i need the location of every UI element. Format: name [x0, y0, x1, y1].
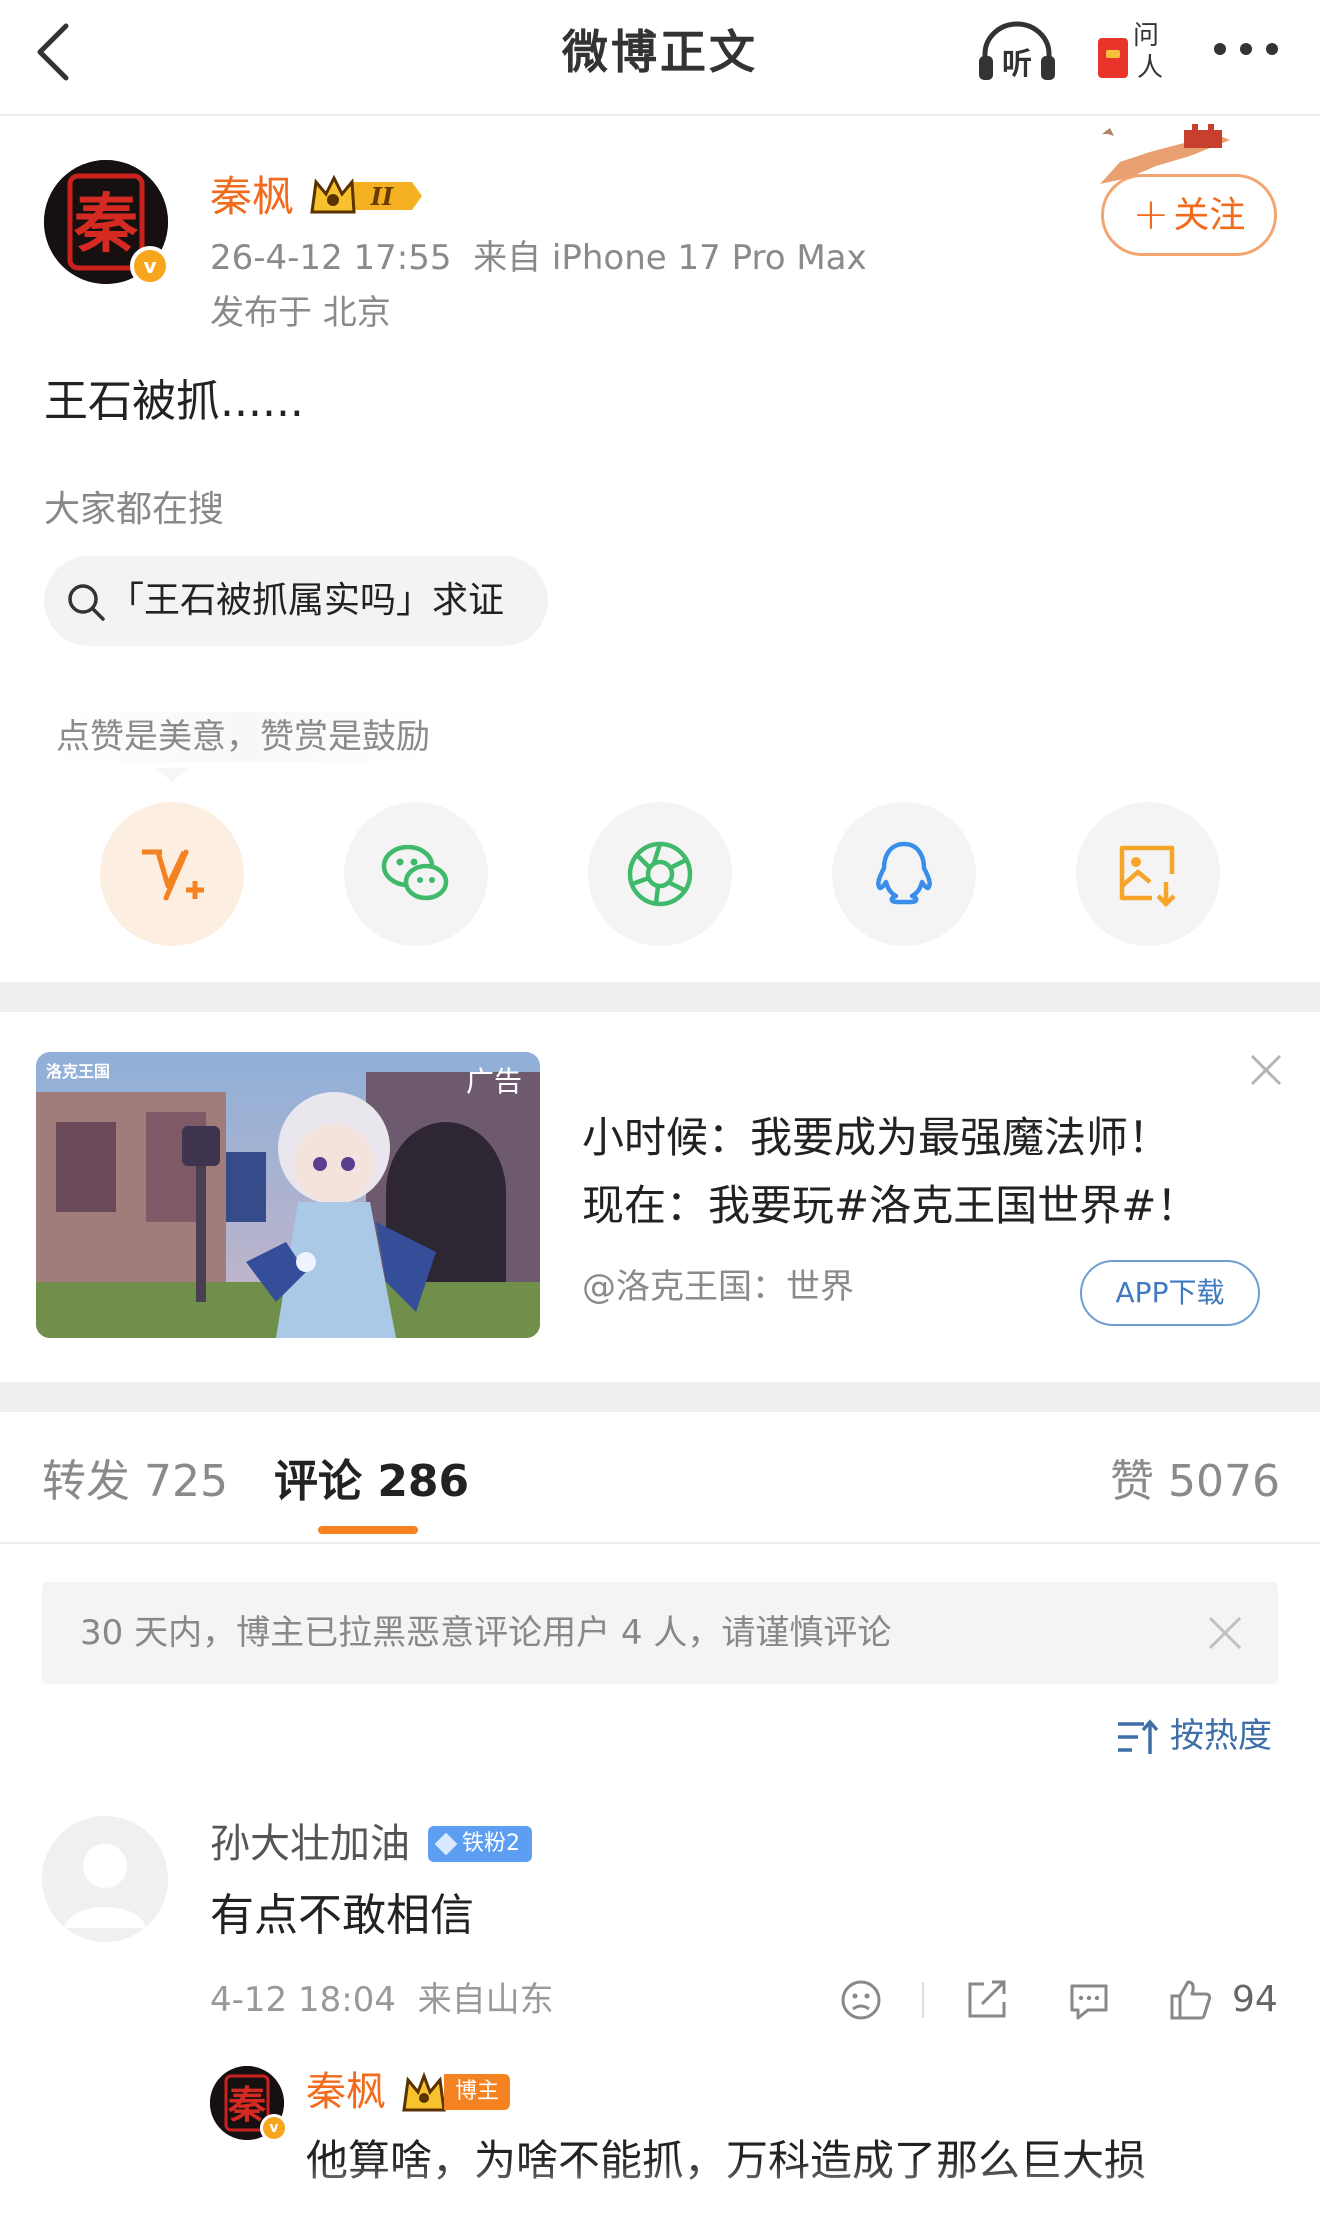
vip-crown-badge-icon[interactable]: II: [308, 172, 428, 220]
author-name[interactable]: 秦枫: [210, 170, 294, 224]
dislike-face-icon[interactable]: [838, 1978, 884, 2022]
save-image-icon: [1119, 845, 1176, 908]
reward-tip: 点赞是美意，赞赏是鼓励: [56, 712, 430, 762]
fan-badge[interactable]: 铁粉2: [428, 1826, 532, 1862]
sort-icon: [1118, 1719, 1158, 1754]
close-ad-icon[interactable]: [1246, 1050, 1286, 1090]
svg-text:秦: 秦: [227, 2082, 266, 2127]
default-avatar-icon: [42, 1816, 168, 1942]
comment-notice: 30 天内，博主已拉黑恶意评论用户 4 人，请谨慎评论: [42, 1582, 1278, 1684]
like-thumb-icon[interactable]: [1168, 1978, 1214, 2022]
svg-text:II: II: [370, 182, 394, 211]
follow-label: 关注: [1173, 195, 1246, 236]
comment-source: 来自山东: [417, 1980, 554, 2020]
share-qq-button[interactable]: [832, 802, 976, 946]
verified-badge: v: [260, 2114, 288, 2142]
reply-author-name[interactable]: 秦枫: [306, 2064, 386, 2120]
ask-someone-icon[interactable]: 问 人: [1094, 14, 1168, 84]
reply-comment-icon[interactable]: [1066, 1978, 1112, 2022]
section-separator: [0, 1382, 1320, 1412]
comment-like-count: 94: [1232, 1979, 1278, 2020]
section-separator: [0, 982, 1320, 1012]
notice-text: 30 天内，博主已拉黑恶意评论用户 4 人，请谨慎评论: [80, 1613, 892, 1653]
tip-pointer: [156, 768, 188, 782]
commenter-avatar[interactable]: [42, 1816, 168, 1942]
post-source: 来自 iPhone 17 Pro Max: [473, 238, 867, 278]
post-meta: 26-4-12 17:55 来自 iPhone 17 Pro Max: [210, 232, 867, 284]
ad-tag: 广告: [465, 1065, 522, 1098]
share-wechat-button[interactable]: [344, 802, 488, 946]
ad-game-logo: 洛克王国: [46, 1062, 111, 1081]
wechat-icon: [381, 844, 449, 901]
trending-search-pill[interactable]: 「王石被抓属实吗」求证: [44, 556, 548, 646]
sort-by-hot-button[interactable]: 按热度: [1116, 1708, 1286, 1764]
reward-button[interactable]: [100, 802, 244, 946]
ad-headline-2[interactable]: 现在：我要玩#洛克王国世界#！: [582, 1176, 1198, 1236]
share-comment-icon[interactable]: [964, 1978, 1010, 2022]
diamond-icon: [434, 1832, 458, 1856]
follow-button[interactable]: + 关注: [1101, 174, 1277, 256]
post-time: 26-4-12 17:55: [210, 238, 452, 278]
svg-text:人: 人: [1137, 53, 1163, 83]
tab-like[interactable]: 赞 5076: [1110, 1452, 1280, 1512]
more-options-icon[interactable]: [1210, 36, 1282, 62]
search-icon: [68, 584, 105, 621]
tab-repost[interactable]: 转发 725: [42, 1452, 228, 1512]
share-moments-button[interactable]: [588, 802, 732, 946]
ad-download-button[interactable]: APP下载: [1080, 1260, 1260, 1326]
ad-game-artwork: [36, 1052, 540, 1338]
qq-icon: [876, 841, 932, 905]
ad-source[interactable]: @洛克王国：世界: [582, 1262, 854, 1312]
trending-search-label: 大家都在搜: [44, 489, 225, 530]
trending-search-query: 「王石被抓属实吗」求证: [108, 580, 505, 621]
close-notice-icon[interactable]: [1206, 1614, 1244, 1652]
sort-label: 按热度: [1170, 1716, 1272, 1756]
action-divider: [922, 1982, 924, 2018]
comment-time: 4-12 18:04: [210, 1980, 396, 2020]
plus-icon: +: [1132, 189, 1170, 240]
commenter-name[interactable]: 孙大壮加油: [210, 1816, 410, 1872]
post-location: 发布于 北京: [210, 293, 391, 333]
host-badge: 博主: [444, 2074, 510, 2110]
comment-meta: 4-12 18:04 来自山东: [210, 1974, 554, 2026]
vip-crown-icon[interactable]: [400, 2072, 448, 2116]
tab-comment[interactable]: 评论 286: [274, 1452, 469, 1512]
svg-text:问: 问: [1133, 21, 1159, 51]
verified-badge: v: [130, 246, 170, 286]
reward-icon: [142, 849, 204, 901]
fan-badge-label: 铁粉2: [462, 1831, 520, 1856]
ad-headline-1[interactable]: 小时候：我要成为最强魔法师！: [582, 1108, 1170, 1168]
bottom-fade-overlay: [0, 2160, 1320, 2214]
listen-label: 听: [1002, 47, 1032, 82]
post-text: 王石被抓......: [44, 376, 304, 427]
save-image-button[interactable]: [1076, 802, 1220, 946]
top-bar: 微博正文 听 问 人: [0, 0, 1320, 116]
listen-headphones-icon[interactable]: 听: [975, 18, 1059, 84]
ad-image[interactable]: 洛克王国 广告: [36, 1052, 540, 1338]
active-tab-indicator: [318, 1526, 418, 1534]
comment-text: 有点不敢相信: [210, 1890, 474, 1941]
tabs-divider: [0, 1542, 1320, 1544]
svg-text:秦: 秦: [73, 187, 138, 262]
moments-icon: [627, 841, 693, 907]
